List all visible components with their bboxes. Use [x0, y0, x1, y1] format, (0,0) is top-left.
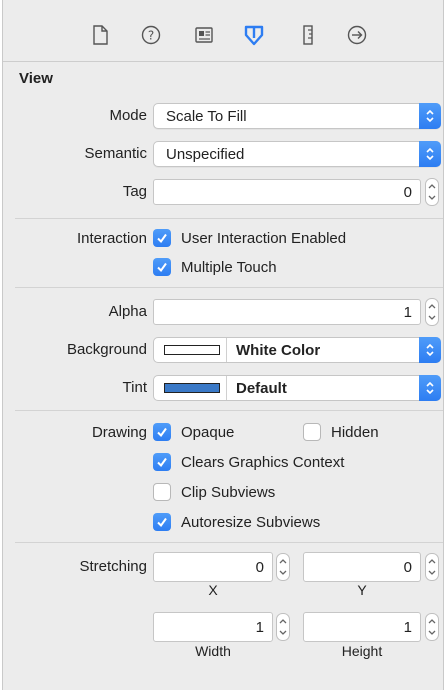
stretching-height-value: 1	[403, 619, 412, 636]
stretching-x-caption: X	[208, 582, 218, 598]
alpha-field[interactable]: 1	[153, 299, 421, 325]
background-value: White Color	[236, 342, 321, 359]
semantic-value: Unspecified	[166, 146, 245, 163]
interaction-label: Interaction	[76, 230, 147, 247]
tint-value: Default	[236, 380, 287, 397]
autoresize-subviews-label: Autoresize Subviews	[181, 514, 321, 531]
hidden-checkbox[interactable]	[303, 423, 321, 441]
opaque-label: Opaque	[181, 424, 235, 441]
stretching-height-caption: Height	[341, 643, 383, 659]
stretching-y-stepper[interactable]	[425, 553, 439, 581]
tag-field[interactable]: 0	[153, 179, 421, 205]
opaque-checkbox[interactable]	[153, 423, 171, 441]
connections-inspector-icon[interactable]	[346, 24, 368, 46]
clears-graphics-label: Clears Graphics Context	[181, 454, 345, 471]
tag-stepper[interactable]	[425, 178, 439, 206]
hidden-label: Hidden	[331, 424, 379, 441]
user-interaction-label: User Interaction Enabled	[181, 230, 347, 247]
svg-text:?: ?	[148, 29, 154, 43]
background-color-swatch	[164, 345, 220, 355]
tint-color-swatch	[164, 383, 220, 393]
tag-value: 0	[403, 184, 412, 201]
semantic-popup[interactable]: Unspecified	[153, 141, 441, 167]
inspector-toolbar: ?	[3, 0, 443, 62]
tag-label: Tag	[122, 183, 147, 200]
multiple-touch-checkbox[interactable]	[153, 258, 171, 276]
divider	[15, 542, 443, 543]
stretching-y-value: 0	[403, 559, 412, 576]
identity-inspector-icon[interactable]	[193, 24, 215, 46]
clip-subviews-checkbox[interactable]	[153, 483, 171, 501]
stretching-x-field[interactable]: 0	[153, 552, 273, 582]
mode-label: Mode	[109, 107, 147, 124]
popup-arrows-icon	[419, 337, 441, 363]
attributes-inspector-panel: ? View Mode Scale To Fill Semantic Unspe…	[2, 0, 444, 690]
divider	[15, 287, 443, 288]
mode-value: Scale To Fill	[166, 108, 247, 125]
size-inspector-icon[interactable]	[297, 24, 319, 46]
background-color-popup[interactable]: White Color	[153, 337, 441, 363]
semantic-label: Semantic	[84, 145, 147, 162]
drawing-label: Drawing	[91, 424, 147, 441]
stretching-height-field[interactable]: 1	[303, 612, 421, 642]
alpha-label: Alpha	[108, 303, 147, 320]
mode-popup[interactable]: Scale To Fill	[153, 103, 441, 129]
popup-arrows-icon	[419, 141, 441, 167]
multiple-touch-label: Multiple Touch	[181, 259, 277, 276]
stretching-label: Stretching	[79, 558, 147, 575]
divider	[15, 218, 443, 219]
stretching-x-value: 0	[255, 559, 264, 576]
popup-arrows-icon	[419, 103, 441, 129]
tint-label: Tint	[122, 379, 147, 396]
quick-help-icon[interactable]: ?	[140, 24, 162, 46]
clears-graphics-checkbox[interactable]	[153, 453, 171, 471]
stretching-y-caption: Y	[357, 582, 367, 598]
alpha-value: 1	[403, 304, 412, 321]
clip-subviews-label: Clip Subviews	[181, 484, 276, 501]
stretching-width-caption: Width	[195, 643, 231, 659]
alpha-stepper[interactable]	[425, 298, 439, 326]
stretching-width-field[interactable]: 1	[153, 612, 273, 642]
attributes-inspector-icon[interactable]	[243, 24, 265, 46]
popup-arrows-icon	[419, 375, 441, 401]
section-title: View	[19, 70, 53, 87]
divider	[226, 338, 227, 362]
stretching-width-stepper[interactable]	[276, 613, 290, 641]
stretching-width-value: 1	[255, 619, 264, 636]
background-label: Background	[66, 341, 147, 358]
divider	[226, 376, 227, 400]
divider	[15, 410, 443, 411]
stretching-height-stepper[interactable]	[425, 613, 439, 641]
file-inspector-icon[interactable]	[89, 24, 111, 46]
stretching-x-stepper[interactable]	[276, 553, 290, 581]
autoresize-subviews-checkbox[interactable]	[153, 513, 171, 531]
stretching-y-field[interactable]: 0	[303, 552, 421, 582]
user-interaction-checkbox[interactable]	[153, 229, 171, 247]
tint-color-popup[interactable]: Default	[153, 375, 441, 401]
